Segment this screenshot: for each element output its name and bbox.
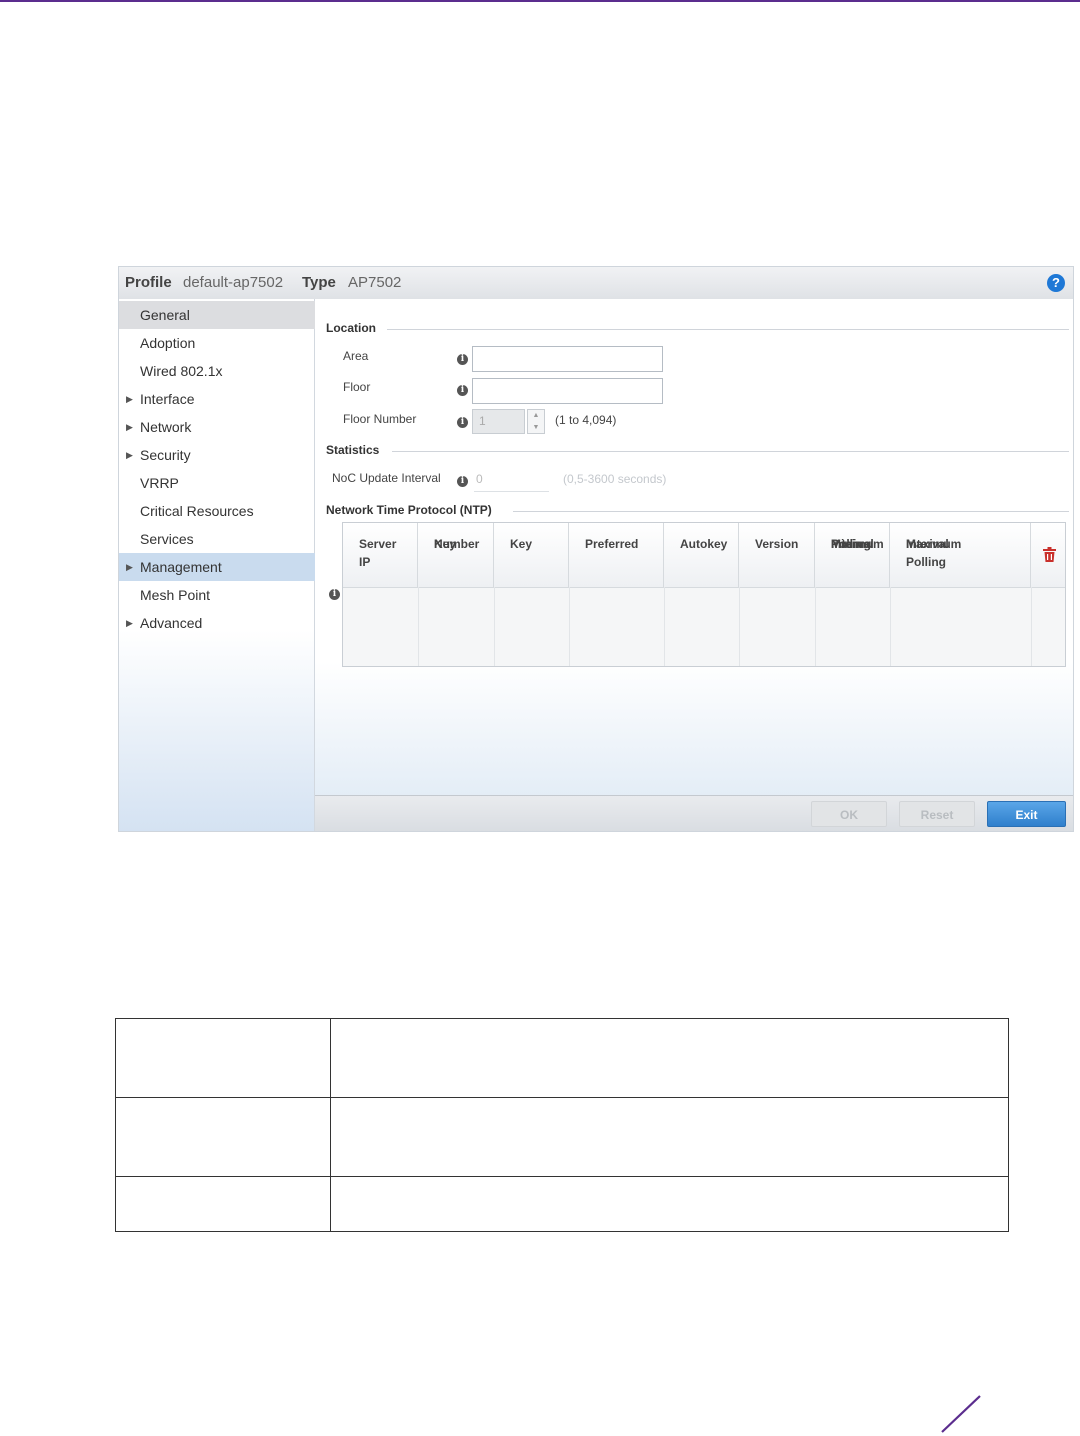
expand-arrow-icon: ▶ xyxy=(126,394,133,404)
sidebar-item-label: Critical Resources xyxy=(140,503,254,519)
profile-header: Profile default-ap7502 Type AP7502 ? xyxy=(119,267,1073,300)
ok-button[interactable]: OK xyxy=(811,801,887,827)
column-header-version[interactable]: Version xyxy=(739,523,815,587)
noc-update-interval-label: NoC Update Interval xyxy=(332,471,441,485)
page-top-rule xyxy=(0,0,1080,2)
reset-button[interactable]: Reset xyxy=(899,801,975,827)
column-divider xyxy=(494,587,495,666)
column-header-key[interactable]: Key xyxy=(494,523,569,587)
brand-slash-mark xyxy=(941,1395,981,1433)
sidebar-item-wired-8021x[interactable]: Wired 802.1x xyxy=(119,357,315,385)
sidebar-item-critical-resources[interactable]: Critical Resources xyxy=(119,497,315,525)
sidebar-item-management[interactable]: ▶ Management xyxy=(119,553,315,581)
statistics-section-title: Statistics xyxy=(326,443,380,457)
area-label: Area xyxy=(343,349,369,363)
section-divider xyxy=(392,451,1069,452)
column-divider xyxy=(1031,587,1032,666)
sidebar-item-security[interactable]: ▶ Security xyxy=(119,441,315,469)
column-header-autokey[interactable]: Autokey xyxy=(664,523,739,587)
column-header-key-number[interactable]: Key Number xyxy=(418,523,494,587)
info-icon[interactable]: i xyxy=(457,476,468,487)
sidebar-item-network[interactable]: ▶ Network xyxy=(119,413,315,441)
sidebar-item-advanced[interactable]: ▶ Advanced xyxy=(119,609,315,637)
column-divider xyxy=(815,587,816,666)
sidebar-item-label: Services xyxy=(140,531,194,547)
sidebar-item-label: Management xyxy=(140,559,222,575)
table-cell xyxy=(331,1019,1008,1098)
ntp-table: Server IP Key Number Key Preferred Autoke… xyxy=(342,522,1066,667)
sidebar: General Adoption Wired 802.1x ▶ Interfac… xyxy=(119,299,315,831)
column-divider xyxy=(739,587,740,666)
column-header-maximum-polling-interval[interactable]: Maximum Polling Interval xyxy=(890,523,1031,587)
info-icon[interactable]: i xyxy=(457,417,468,428)
sidebar-item-label: Security xyxy=(140,447,191,463)
sidebar-item-label: General xyxy=(140,307,190,323)
table-cell xyxy=(116,1098,331,1177)
column-divider xyxy=(418,587,419,666)
sidebar-item-label: Wired 802.1x xyxy=(140,363,223,379)
sidebar-item-services[interactable]: Services xyxy=(119,525,315,553)
sidebar-item-label: Mesh Point xyxy=(140,587,211,603)
sidebar-item-label: Adoption xyxy=(140,335,196,351)
floor-number-input[interactable]: 1 xyxy=(472,409,525,434)
ntp-section-title: Network Time Protocol (NTP) xyxy=(326,503,492,517)
expand-arrow-icon: ▶ xyxy=(126,562,133,572)
sidebar-item-adoption[interactable]: Adoption xyxy=(119,329,315,357)
type-value: AP7502 xyxy=(348,274,402,291)
floor-input[interactable] xyxy=(472,378,663,404)
stepper-down-icon[interactable]: ▼ xyxy=(528,422,544,434)
noc-update-interval-range: (0,5-3600 seconds) xyxy=(563,472,667,486)
action-bar: OK Reset Exit xyxy=(315,795,1073,831)
info-icon[interactable]: i xyxy=(457,385,468,396)
column-header-preferred[interactable]: Preferred xyxy=(569,523,664,587)
type-label: Type xyxy=(302,274,336,291)
table-cell xyxy=(331,1177,1008,1231)
sidebar-item-vrrp[interactable]: VRRP xyxy=(119,469,315,497)
floor-label: Floor xyxy=(343,380,371,394)
location-section-title: Location xyxy=(326,321,376,335)
column-header-server-ip[interactable]: Server IP xyxy=(343,523,418,587)
delete-trash-icon[interactable] xyxy=(1043,547,1056,562)
column-divider xyxy=(664,587,665,666)
sidebar-item-label: VRRP xyxy=(140,475,179,491)
column-divider xyxy=(890,587,891,666)
sidebar-item-label: Interface xyxy=(140,391,195,407)
column-header-minimum-polling-interval[interactable]: Minimum Polling Interval xyxy=(815,523,890,587)
profile-editor-window: Profile default-ap7502 Type AP7502 ? Gen… xyxy=(118,266,1074,832)
help-icon[interactable]: ? xyxy=(1047,274,1065,292)
sidebar-item-mesh-point[interactable]: Mesh Point xyxy=(119,581,315,609)
section-divider xyxy=(513,511,1069,512)
table-cell xyxy=(116,1177,331,1231)
exit-button[interactable]: Exit xyxy=(987,801,1066,827)
sidebar-item-interface[interactable]: ▶ Interface xyxy=(119,385,315,413)
column-divider xyxy=(569,587,570,666)
info-icon[interactable]: i xyxy=(457,354,468,365)
floor-number-range: (1 to 4,094) xyxy=(555,413,617,427)
main-panel: Location Area i Floor i Floor Number i 1… xyxy=(315,299,1073,831)
sidebar-item-label: Advanced xyxy=(140,615,203,631)
floor-number-label: Floor Number xyxy=(343,412,417,426)
noc-update-interval-input[interactable]: 0 xyxy=(474,468,549,492)
expand-arrow-icon: ▶ xyxy=(126,618,133,628)
stepper-up-icon[interactable]: ▲ xyxy=(528,410,544,422)
section-divider xyxy=(387,329,1069,330)
profile-value: default-ap7502 xyxy=(183,274,284,291)
expand-arrow-icon: ▶ xyxy=(126,450,133,460)
area-input[interactable] xyxy=(472,346,663,372)
ntp-table-body xyxy=(343,587,1065,666)
sidebar-item-label: Network xyxy=(140,419,192,435)
profile-label: Profile xyxy=(125,274,172,291)
sidebar-item-general[interactable]: General xyxy=(119,301,315,329)
table-cell xyxy=(331,1098,1008,1177)
floor-number-stepper[interactable]: ▲ ▼ xyxy=(527,409,545,434)
expand-arrow-icon: ▶ xyxy=(126,422,133,432)
table-cell xyxy=(116,1019,331,1098)
document-table xyxy=(115,1018,1009,1232)
info-icon[interactable]: i xyxy=(329,589,340,600)
